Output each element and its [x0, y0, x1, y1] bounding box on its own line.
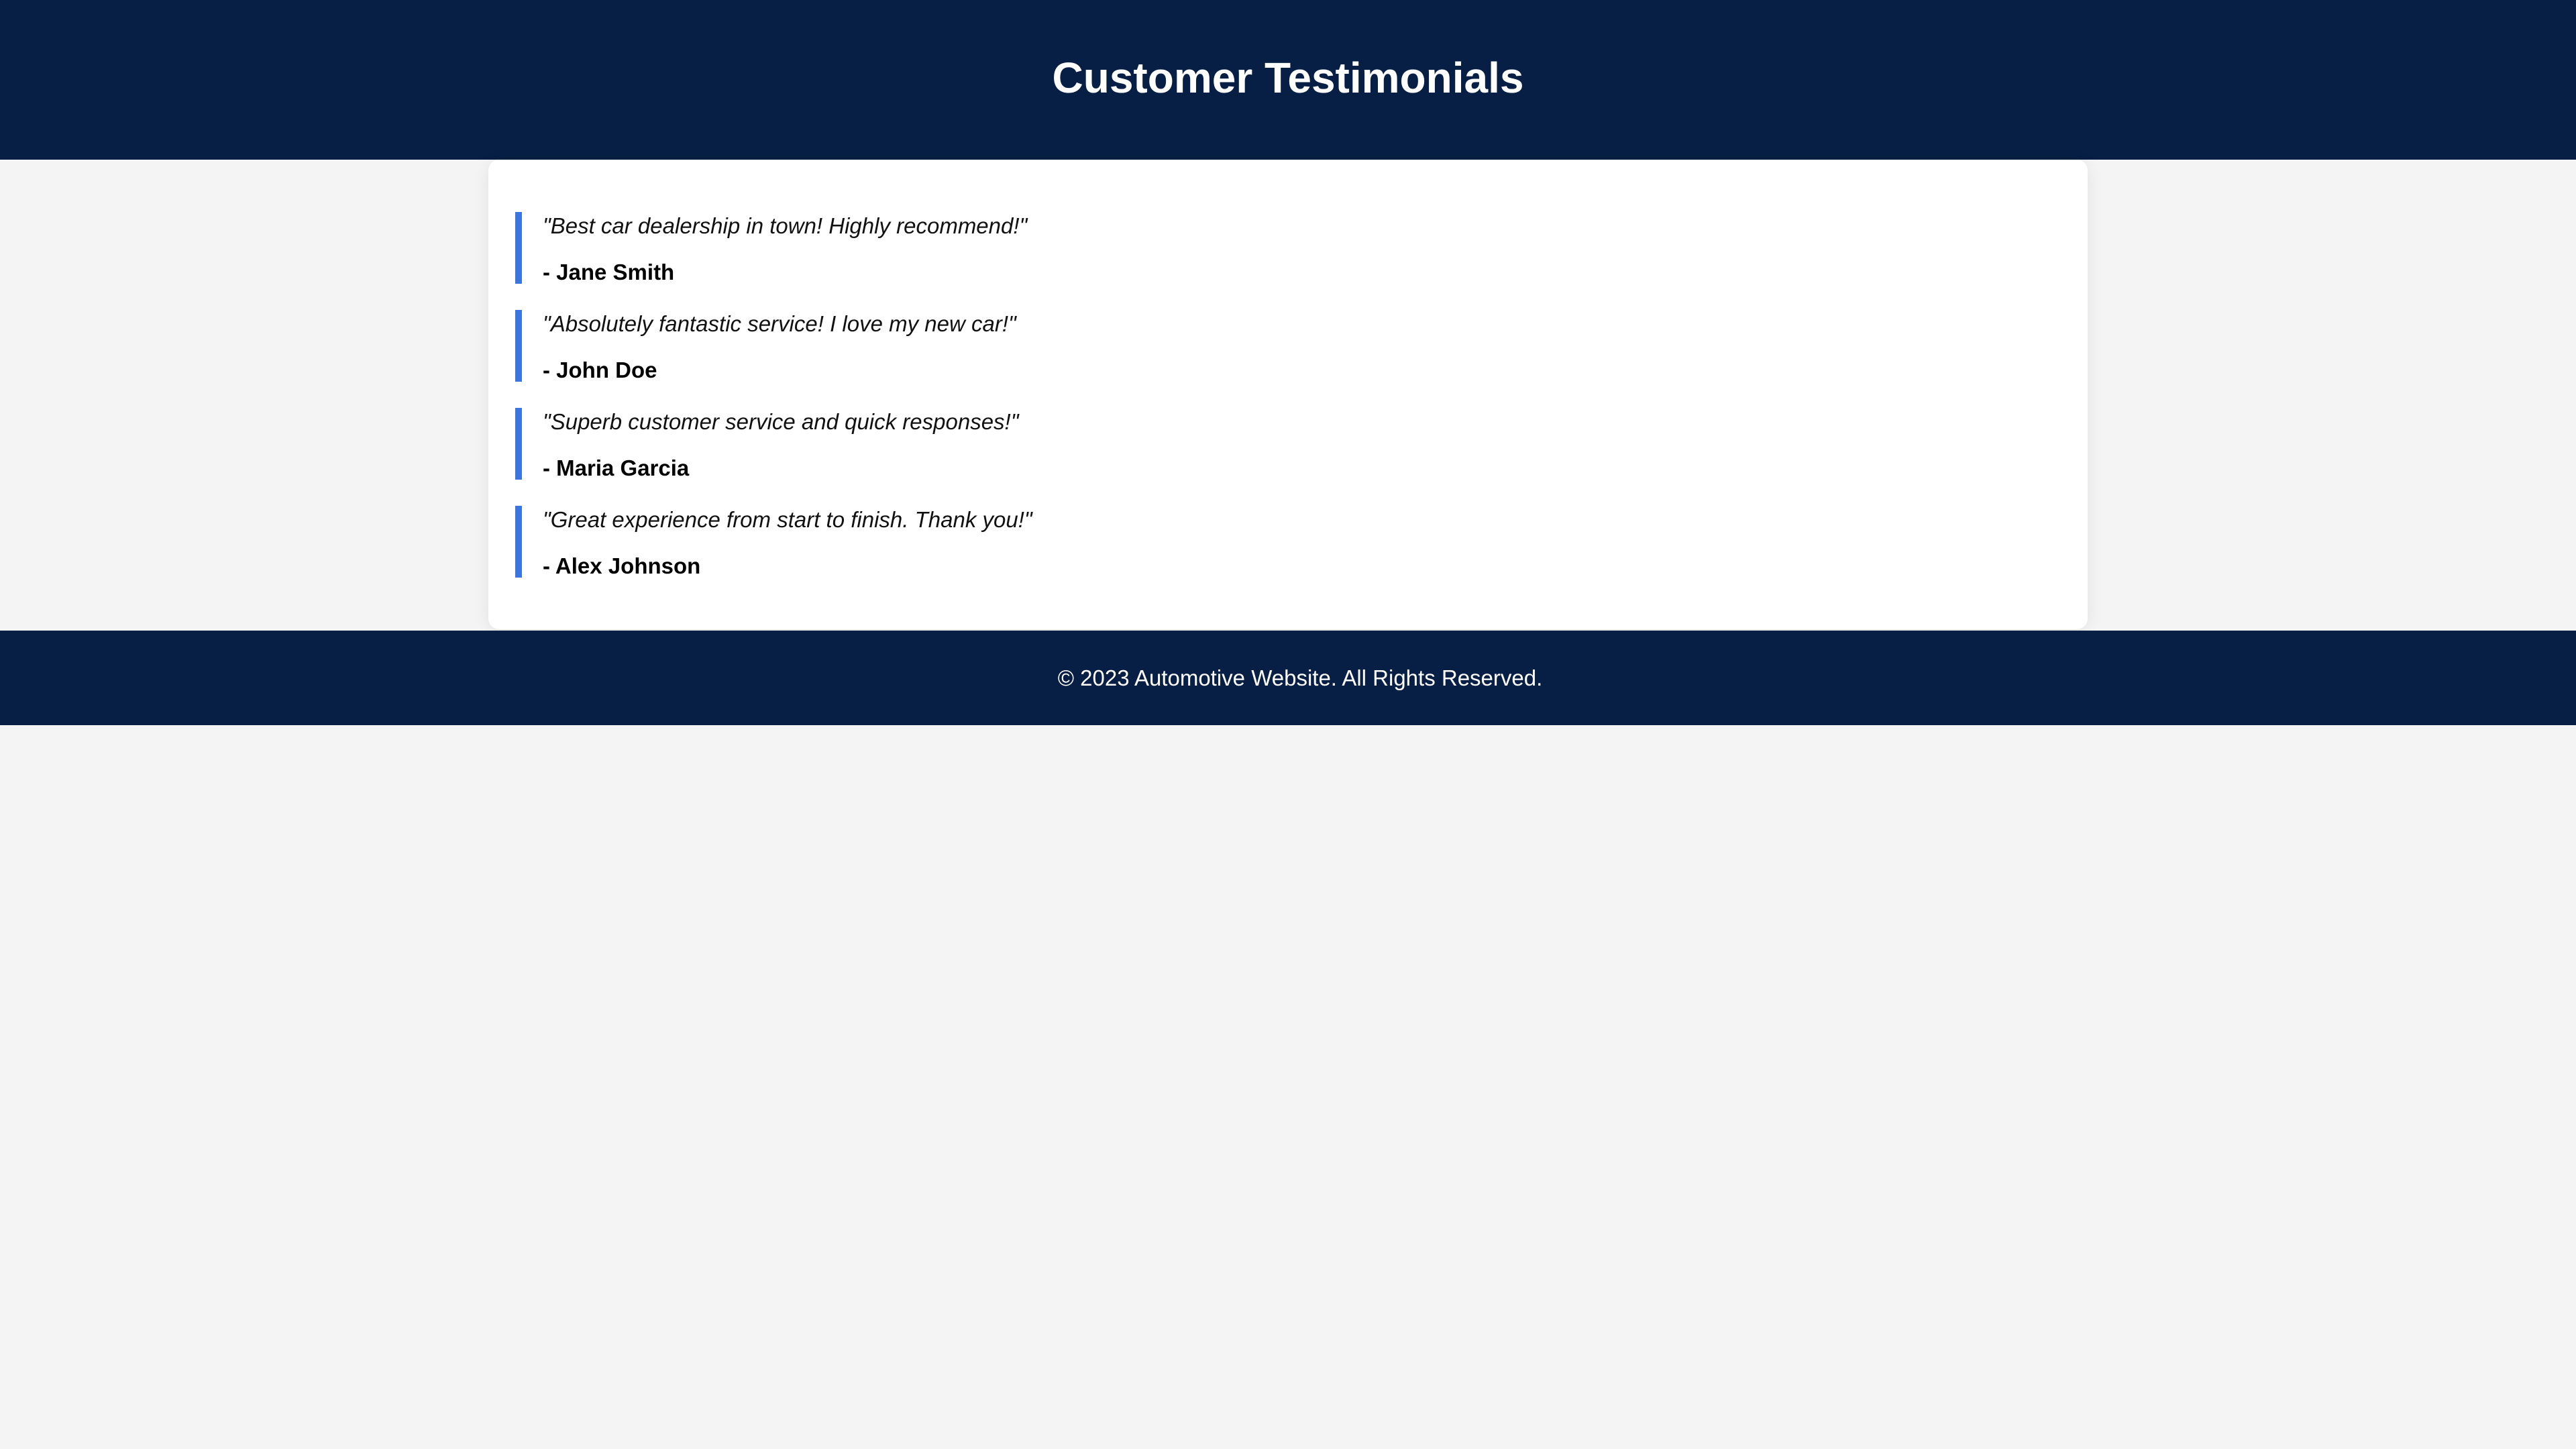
testimonial-item: "Absolutely fantastic service! I love my…	[515, 310, 2058, 382]
page-title: Customer Testimonials	[1052, 54, 1524, 102]
testimonials-card: "Best car dealership in town! Highly rec…	[488, 160, 2088, 629]
testimonial-item: "Superb customer service and quick respo…	[515, 408, 2058, 480]
site-header: Customer Testimonials	[0, 0, 2576, 160]
testimonial-author: - Alex Johnson	[543, 553, 701, 578]
testimonial-quote: "Best car dealership in town! Highly rec…	[543, 213, 1028, 238]
testimonial-author: - Maria Garcia	[543, 455, 690, 480]
testimonial-item: "Great experience from start to finish. …	[515, 506, 2058, 578]
testimonial-quote: "Great experience from start to finish. …	[543, 507, 1032, 532]
testimonial-quote: "Absolutely fantastic service! I love my…	[543, 311, 1016, 336]
testimonial-author: - John Doe	[543, 358, 657, 382]
testimonial-list: "Best car dealership in town! Highly rec…	[515, 212, 2058, 604]
site-footer: © 2023 Automotive Website. All Rights Re…	[0, 631, 2576, 725]
testimonial-quote: "Superb customer service and quick respo…	[543, 409, 1019, 434]
footer-copyright: © 2023 Automotive Website. All Rights Re…	[1057, 665, 1543, 690]
testimonial-author: - Jane Smith	[543, 260, 675, 284]
testimonial-item: "Best car dealership in town! Highly rec…	[515, 212, 2058, 284]
